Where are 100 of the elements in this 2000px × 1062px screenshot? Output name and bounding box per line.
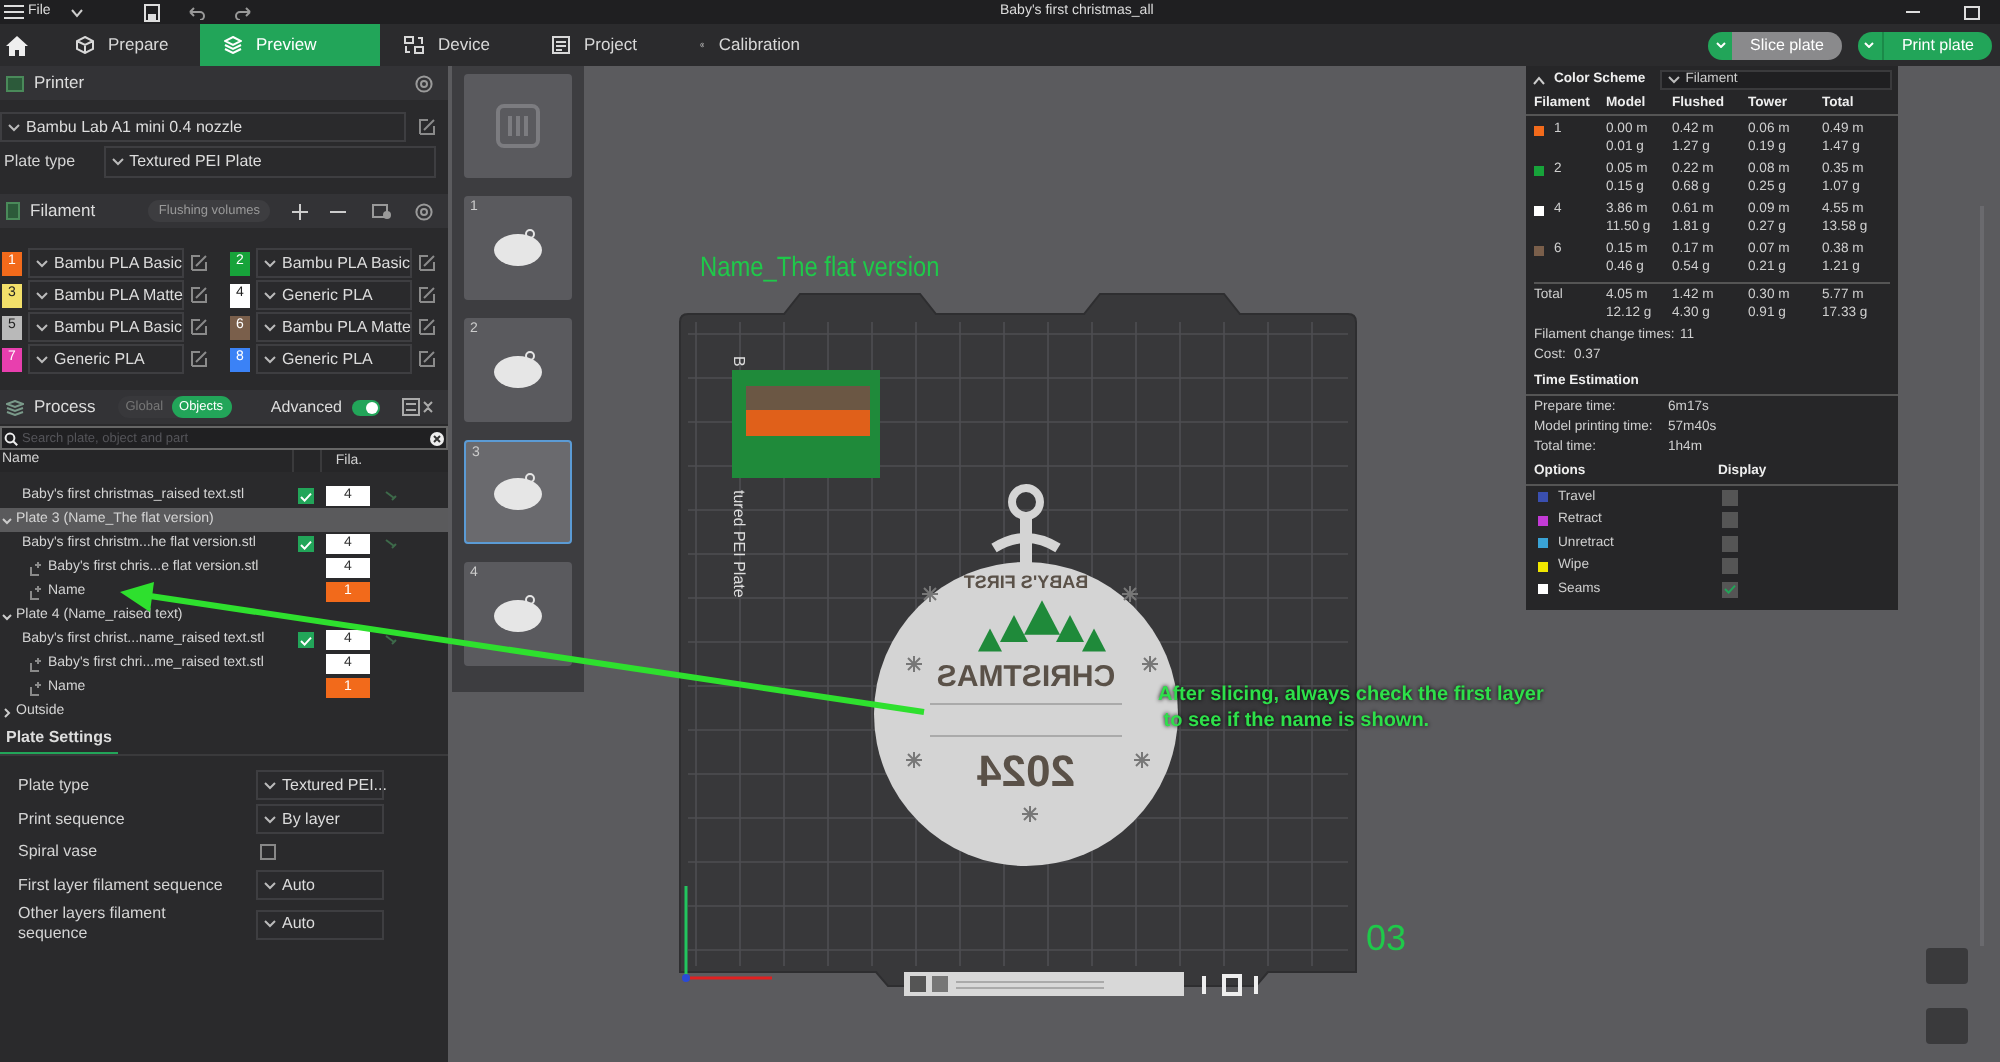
caret-icon <box>1715 42 1726 48</box>
setting-select[interactable]: Textured PEI... <box>256 770 384 800</box>
model-text: 2024 <box>977 744 1075 800</box>
edit-icon[interactable] <box>418 118 436 136</box>
material-dropdown[interactable]: Bambu PLA Basic <box>256 248 412 278</box>
checkbox[interactable] <box>1722 581 1738 598</box>
settings-icon[interactable] <box>414 201 434 221</box>
checkbox[interactable] <box>1722 558 1738 575</box>
redo-icon[interactable] <box>234 5 253 19</box>
part-icon <box>30 681 44 695</box>
bed-label: B <box>730 356 746 367</box>
edit-icon[interactable] <box>418 350 436 368</box>
ornament-thumbnail-icon <box>492 228 544 268</box>
spool-settings-icon[interactable] <box>372 202 392 220</box>
caret-icon <box>264 323 276 331</box>
field-label: Spiral vase <box>16 842 100 862</box>
plate-grid-icon <box>496 104 540 148</box>
caret-icon <box>1667 76 1680 84</box>
section-title: Filament <box>30 198 96 224</box>
plate-thumbnail[interactable] <box>464 74 572 178</box>
layers-icon <box>6 399 24 415</box>
material-dropdown[interactable]: Bambu PLA Basic <box>28 248 184 278</box>
caret-icon <box>264 355 276 363</box>
tab[interactable]: Project <box>528 24 676 66</box>
home-icon[interactable] <box>6 35 28 55</box>
settings-icon[interactable] <box>414 73 434 93</box>
edit-icon[interactable] <box>190 318 208 336</box>
list-icon[interactable] <box>402 398 438 416</box>
part-icon <box>30 561 44 575</box>
minimize-icon[interactable] <box>1906 10 1920 14</box>
part-icon <box>30 585 44 599</box>
section-title: Process <box>34 394 96 420</box>
tab[interactable]: Device <box>380 24 528 66</box>
section-title: Plate Settings <box>0 726 118 754</box>
edit-icon[interactable] <box>190 254 208 272</box>
device-icon <box>404 36 424 54</box>
material-dropdown[interactable]: Generic PLA <box>256 344 412 374</box>
caret-icon <box>264 291 276 299</box>
setting-select[interactable]: Auto <box>256 909 384 939</box>
collapse-icon[interactable] <box>1532 75 1546 85</box>
undo-icon[interactable] <box>188 5 207 19</box>
edit-icon[interactable] <box>418 286 436 304</box>
checkbox[interactable] <box>260 844 276 860</box>
caret-icon <box>36 291 48 299</box>
edit-icon[interactable] <box>418 254 436 272</box>
caret-icon <box>36 355 48 363</box>
material-dropdown[interactable]: Generic PLA <box>256 280 412 310</box>
edit-icon[interactable] <box>190 286 208 304</box>
checkbox[interactable] <box>1722 489 1738 506</box>
printer-select[interactable]: Bambu Lab A1 mini 0.4 nozzle <box>0 112 406 142</box>
model-text: CHRISTMAS <box>936 658 1116 698</box>
tab[interactable]: Prepare <box>52 24 200 66</box>
caret-icon <box>1864 42 1875 48</box>
layer-slider-handle[interactable] <box>1926 948 1968 984</box>
advanced-switch[interactable] <box>352 399 380 415</box>
caret-icon <box>36 259 48 267</box>
checkbox[interactable] <box>1722 535 1738 552</box>
setting-select[interactable]: By layer <box>256 804 384 834</box>
document-icon <box>552 36 570 54</box>
plate-number-label: 03 <box>1366 916 1407 962</box>
section-title: Printer <box>34 70 85 96</box>
printer-icon <box>6 75 24 91</box>
edit-icon[interactable] <box>190 350 208 368</box>
field-label: First layer filament sequence <box>16 875 225 895</box>
checkbox[interactable] <box>1722 512 1738 529</box>
caret-icon <box>264 881 276 889</box>
material-dropdown[interactable]: Bambu PLA Matte <box>28 280 184 310</box>
cube-icon <box>76 36 94 54</box>
edit-icon[interactable] <box>418 318 436 336</box>
ornament-thumbnail-icon <box>492 594 544 634</box>
model-text: BABY'S FIRST <box>963 570 1089 596</box>
material-dropdown[interactable]: Bambu PLA Basic <box>28 312 184 342</box>
maximize-icon[interactable] <box>1964 5 1980 19</box>
advanced-label: Advanced <box>270 395 342 419</box>
caret-icon[interactable] <box>2 611 12 621</box>
caret-icon <box>8 123 20 131</box>
caret-icon[interactable] <box>70 7 85 17</box>
brush-icon[interactable] <box>384 634 398 646</box>
spool-icon <box>6 202 20 220</box>
caret-icon <box>264 920 276 928</box>
plate-name: Name_The flat version <box>700 248 940 286</box>
setting-select[interactable]: Auto <box>256 870 384 900</box>
field-label: Plate type <box>4 150 78 174</box>
axes-icon <box>680 882 776 982</box>
clear-icon[interactable] <box>430 431 444 445</box>
material-dropdown[interactable]: Generic PLA <box>28 344 184 374</box>
field-label: Plate type <box>16 775 92 795</box>
caret-icon <box>36 323 48 331</box>
plate-type-select[interactable]: Textured PEI Plate <box>103 146 436 178</box>
layers-icon <box>224 36 242 54</box>
menu-icon[interactable] <box>4 4 24 20</box>
material-dropdown[interactable]: Bambu PLA Matte <box>256 312 412 342</box>
save-icon[interactable] <box>144 3 161 21</box>
caret-icon <box>264 259 276 267</box>
caret-icon <box>111 158 124 166</box>
layer-slider-handle[interactable] <box>1926 1008 1968 1044</box>
tab[interactable]: Calibration <box>676 24 824 66</box>
add-icon[interactable] <box>292 203 308 219</box>
caret-icon[interactable] <box>2 707 12 717</box>
caret-icon <box>264 781 276 789</box>
